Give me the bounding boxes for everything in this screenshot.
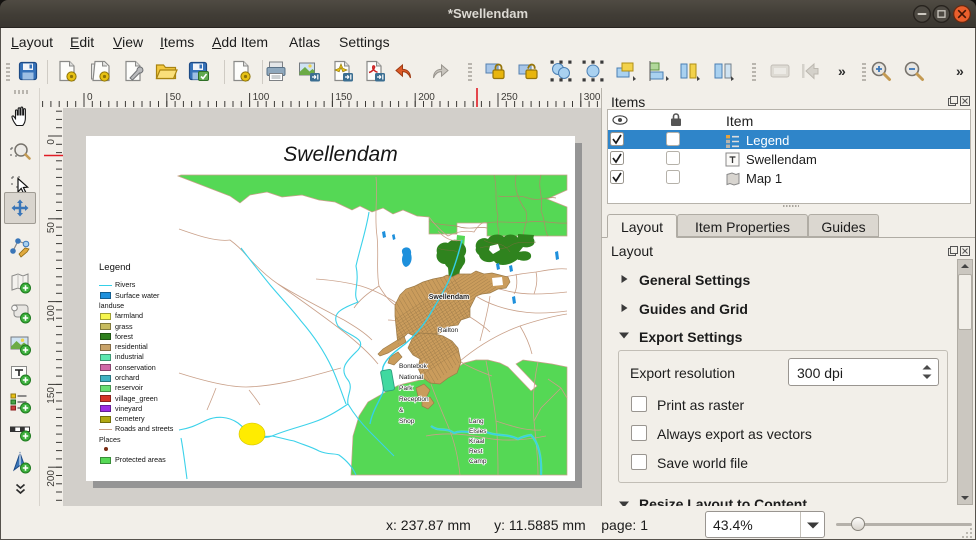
svg-text:250: 250 (501, 92, 518, 103)
svg-text:Bontebok: Bontebok (399, 363, 428, 370)
svg-text:50: 50 (170, 92, 182, 103)
svg-text:Swellendam: Swellendam (429, 294, 469, 301)
svg-text:Camp: Camp (469, 458, 487, 465)
svg-text:Railton: Railton (438, 327, 459, 334)
svg-text:200: 200 (46, 470, 57, 487)
svg-text:150: 150 (335, 92, 352, 103)
svg-text:Rest: Rest (469, 448, 483, 455)
svg-text:Shop: Shop (399, 418, 415, 425)
svg-text:0: 0 (87, 92, 93, 103)
svg-text:Reception: Reception (399, 396, 429, 403)
svg-text:100: 100 (46, 305, 57, 322)
svg-text:200: 200 (418, 92, 435, 103)
svg-text:Elsies: Elsies (469, 428, 487, 435)
svg-text:&: & (399, 407, 404, 414)
svg-text:Kraal: Kraal (469, 438, 485, 445)
svg-text:150: 150 (46, 387, 57, 404)
svg-text:300: 300 (584, 92, 601, 103)
svg-text:50: 50 (46, 222, 57, 234)
svg-text:Lang: Lang (469, 418, 484, 425)
svg-text:Park: Park (399, 385, 413, 392)
svg-text:National: National (399, 374, 424, 381)
svg-text:0: 0 (46, 139, 57, 145)
svg-text:100: 100 (253, 92, 270, 103)
